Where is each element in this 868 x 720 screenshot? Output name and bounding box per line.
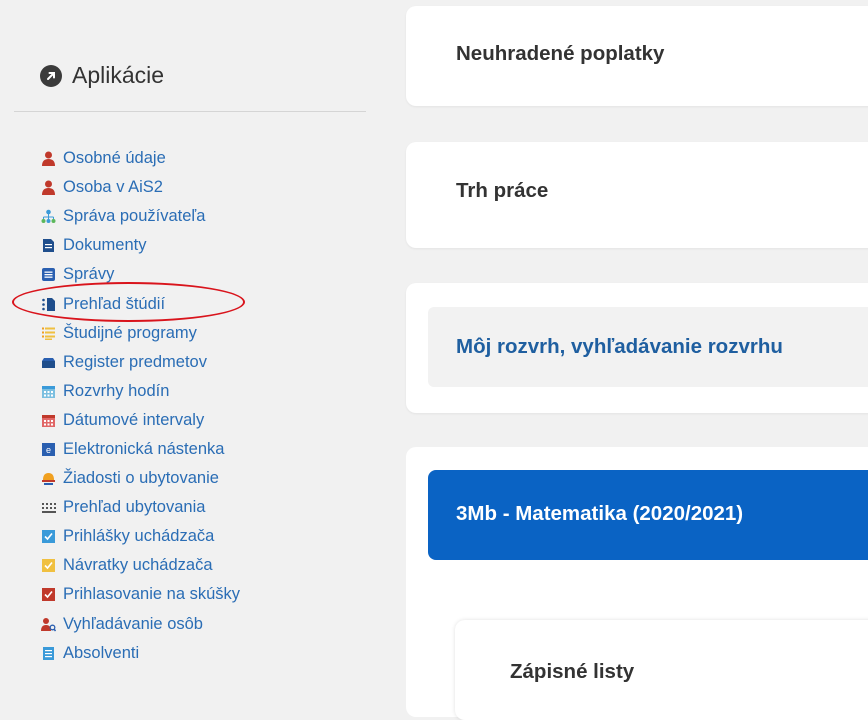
app-link-prihlasky-uchadzaca[interactable]: Prihlášky uchádzača xyxy=(41,522,240,551)
card-job-market[interactable]: Trh práce xyxy=(406,142,868,248)
external-link-icon xyxy=(40,64,62,87)
app-link-label: Dokumenty xyxy=(63,236,147,255)
app-link-ziadosti-o-ubytovanie[interactable]: Žiadosti o ubytovanie xyxy=(41,464,240,493)
app-link-dokumenty[interactable]: Dokumenty xyxy=(41,231,240,260)
app-link-rozvrhy-hodin[interactable]: Rozvrhy hodín xyxy=(41,377,240,406)
checkbox-blue-icon xyxy=(41,529,56,544)
app-link-label: Absolventi xyxy=(63,643,140,662)
app-link-label: Žiadosti o ubytovanie xyxy=(63,469,219,488)
card-schedule: Môj rozvrh, vyhľadávanie rozvrhu xyxy=(406,283,868,413)
app-link-osoba-v-ais2[interactable]: Osoba v AiS2 xyxy=(41,173,240,202)
date-interval-icon xyxy=(41,413,56,428)
messages-icon xyxy=(41,267,56,282)
study-program-title: 3Mb - Matematika (2020/2021) xyxy=(456,502,744,525)
person-icon xyxy=(41,180,56,196)
accommodation-request-icon xyxy=(41,471,56,486)
study-program-banner[interactable]: 3Mb - Matematika (2020/2021) xyxy=(428,470,868,560)
app-link-label: Správa používateľa xyxy=(63,207,206,226)
applications-title: Aplikácie xyxy=(72,62,165,88)
applications-sidebar: Aplikácie Osobné údaje Osoba v AiS2 Sprá… xyxy=(0,0,380,702)
person-icon xyxy=(41,151,56,167)
graduates-icon xyxy=(41,646,56,661)
app-link-prehlad-ubytovania[interactable]: Prehľad ubytovania xyxy=(41,493,240,522)
svg-text:e: e xyxy=(46,445,51,455)
app-link-label: Register predmetov xyxy=(63,352,207,371)
app-link-vyhladavanie-osob[interactable]: Vyhľadávanie osôb xyxy=(41,610,240,639)
card-title: Neuhradené poplatky xyxy=(456,42,665,65)
enrollment-sheets-title: Zápisné listy xyxy=(510,660,635,683)
applications-header: Aplikácie xyxy=(40,62,164,89)
app-link-elektronicka-nastenka[interactable]: e Elektronická nástenka xyxy=(41,435,240,464)
calendar-icon xyxy=(41,384,56,399)
checkbox-red-icon xyxy=(41,587,56,602)
app-link-label: Rozvrhy hodín xyxy=(63,381,170,400)
app-link-label: Návratky uchádzača xyxy=(63,556,213,575)
schedule-link-label: Môj rozvrh, vyhľadávanie rozvrhu xyxy=(456,335,783,358)
app-link-studijne-programy[interactable]: Študijné programy xyxy=(41,319,240,348)
checkbox-yellow-icon xyxy=(41,558,56,573)
register-icon xyxy=(41,355,56,370)
divider xyxy=(14,111,366,112)
applications-list: Osobné údaje Osoba v AiS2 Správa používa… xyxy=(41,144,240,668)
app-link-label: Študijné programy xyxy=(63,323,197,342)
highlight-annotation xyxy=(12,282,245,322)
person-search-icon xyxy=(41,617,56,632)
user-tree-icon xyxy=(41,209,56,224)
app-link-label: Prehľad ubytovania xyxy=(63,498,206,517)
card-unpaid-fees[interactable]: Neuhradené poplatky xyxy=(406,6,868,106)
app-link-navratky-uchadzaca[interactable]: Návratky uchádzača xyxy=(41,551,240,580)
app-link-sprava-pouzivatela[interactable]: Správa používateľa xyxy=(41,202,240,231)
app-link-label: Dátumové intervaly xyxy=(63,410,205,429)
app-link-label: Prihlášky uchádzača xyxy=(63,527,215,546)
schedule-link[interactable]: Môj rozvrh, vyhľadávanie rozvrhu xyxy=(428,307,868,387)
app-link-datumove-intervaly[interactable]: Dátumové intervaly xyxy=(41,406,240,435)
app-link-label: Osobné údaje xyxy=(63,149,166,168)
card-title: Trh práce xyxy=(456,179,549,202)
app-link-label: Osoba v AiS2 xyxy=(63,178,163,197)
document-icon xyxy=(41,238,56,253)
app-link-absolventi[interactable]: Absolventi xyxy=(41,639,240,668)
app-link-label: Prihlasovanie na skúšky xyxy=(63,585,241,604)
study-programs-icon xyxy=(41,326,56,341)
app-link-prihlasovanie-na-skusky[interactable]: Prihlasovanie na skúšky xyxy=(41,580,240,609)
e-board-icon: e xyxy=(41,442,56,457)
app-link-label: Vyhľadávanie osôb xyxy=(63,614,203,633)
app-link-label: Elektronická nástenka xyxy=(63,439,225,458)
app-link-register-predmetov[interactable]: Register predmetov xyxy=(41,348,240,377)
accommodation-overview-icon xyxy=(41,500,56,515)
card-enrollment-sheets[interactable]: Zápisné listy xyxy=(455,620,868,720)
app-link-osobne-udaje[interactable]: Osobné údaje xyxy=(41,144,240,173)
